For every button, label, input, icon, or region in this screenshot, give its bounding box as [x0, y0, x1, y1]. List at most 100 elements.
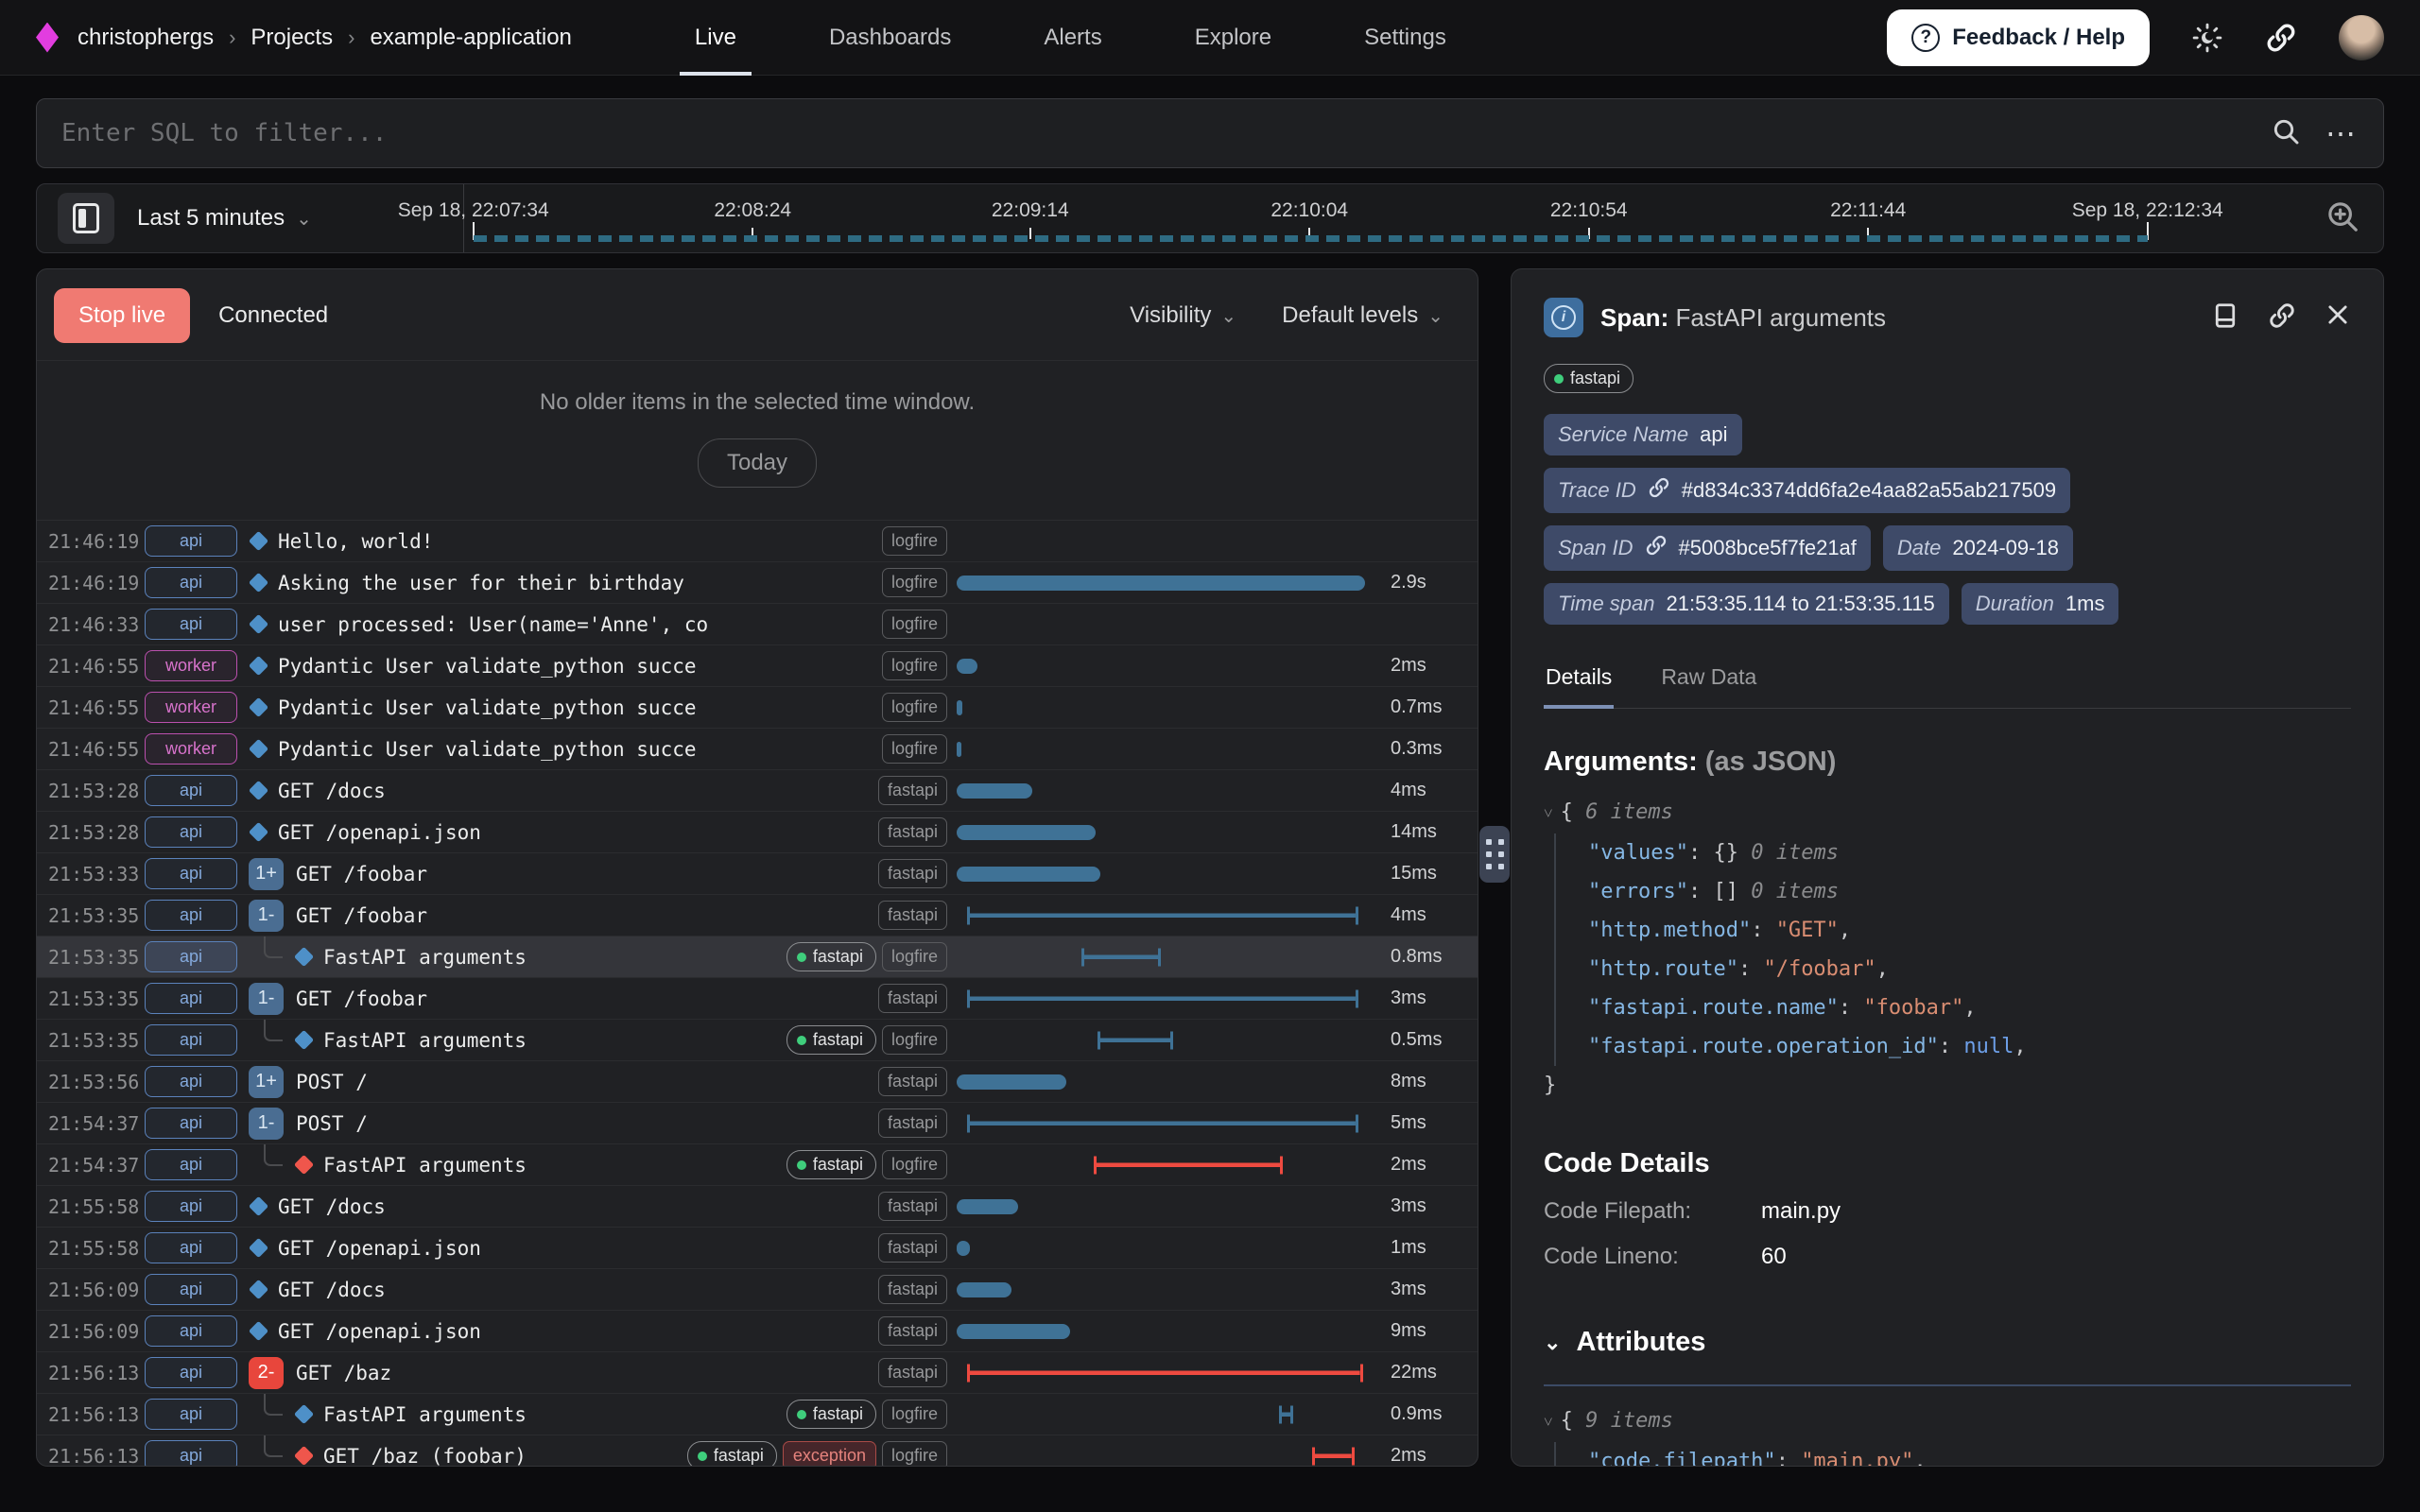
logfire-tag[interactable]: logfire: [882, 568, 947, 597]
trace-row[interactable]: 21:46:19apiHello, world!logfire: [37, 520, 1478, 561]
metadata-chip-duration[interactable]: Duration1ms: [1962, 583, 2119, 625]
tab-details[interactable]: Details: [1544, 655, 1614, 709]
sidebar-toggle-button[interactable]: [58, 193, 114, 244]
trace-row[interactable]: 21:53:35apiFastAPI argumentsfastapilogfi…: [37, 936, 1478, 977]
fastapi-tag[interactable]: fastapi: [878, 984, 947, 1013]
service-pill-api[interactable]: api: [145, 1399, 237, 1430]
theme-toggle-icon[interactable]: [2191, 22, 2223, 54]
search-icon[interactable]: [2271, 116, 2301, 151]
time-range-selector[interactable]: Last 5 minutes ⌄: [137, 205, 312, 232]
service-pill-api[interactable]: api: [145, 1440, 237, 1467]
copy-link-icon[interactable]: [2268, 301, 2296, 335]
service-pill-api[interactable]: api: [145, 816, 237, 848]
logfire-logo-icon[interactable]: [36, 23, 59, 53]
breadcrumb-item[interactable]: example-application: [370, 25, 571, 51]
nav-tab-live[interactable]: Live: [685, 0, 746, 76]
today-button[interactable]: Today: [698, 438, 817, 488]
exception-tag[interactable]: exception: [783, 1441, 876, 1467]
service-pill-api[interactable]: api: [145, 609, 237, 640]
trace-row[interactable]: 21:55:58apiGET /docsfastapi3ms: [37, 1185, 1478, 1227]
fastapi-tag[interactable]: fastapi: [786, 1025, 876, 1055]
breadcrumb-item[interactable]: Projects: [251, 25, 333, 51]
stop-live-button[interactable]: Stop live: [54, 288, 190, 343]
fastapi-tag[interactable]: fastapi: [786, 1150, 876, 1179]
fastapi-tag[interactable]: fastapi: [878, 1192, 947, 1221]
trace-row[interactable]: 21:53:35api1-GET /foobarfastapi3ms: [37, 977, 1478, 1019]
trace-row[interactable]: 21:53:56api1+POST /fastapi8ms: [37, 1060, 1478, 1102]
share-link-icon[interactable]: [2265, 22, 2297, 54]
visibility-dropdown[interactable]: Visibility ⌄: [1130, 302, 1236, 329]
breadcrumb-item[interactable]: christophergs: [78, 25, 214, 51]
fastapi-tag[interactable]: fastapi: [687, 1441, 777, 1467]
trace-row[interactable]: 21:54:37apiFastAPI argumentsfastapilogfi…: [37, 1143, 1478, 1185]
trace-row[interactable]: 21:46:19apiAsking the user for their bir…: [37, 561, 1478, 603]
trace-row[interactable]: 21:55:58apiGET /openapi.jsonfastapi1ms: [37, 1227, 1478, 1268]
trace-row[interactable]: 21:46:55workerPydantic User validate_pyt…: [37, 728, 1478, 769]
service-pill-api[interactable]: api: [145, 1108, 237, 1139]
trace-row[interactable]: 21:46:55workerPydantic User validate_pyt…: [37, 644, 1478, 686]
fastapi-tag[interactable]: fastapi: [786, 942, 876, 971]
service-pill-api[interactable]: api: [145, 941, 237, 972]
metadata-chip-trace-id[interactable]: Trace ID#d834c3374dd6fa2e4aa82a55ab21750…: [1544, 468, 2070, 513]
logfire-tag[interactable]: logfire: [882, 1025, 947, 1055]
trace-row[interactable]: 21:56:09apiGET /openapi.jsonfastapi9ms: [37, 1310, 1478, 1351]
metadata-chip-time-span[interactable]: Time span21:53:35.114 to 21:53:35.115: [1544, 583, 1949, 625]
fastapi-tag[interactable]: fastapi: [878, 1275, 947, 1304]
trace-row[interactable]: 21:53:35apiFastAPI argumentsfastapilogfi…: [37, 1019, 1478, 1060]
logfire-tag[interactable]: logfire: [882, 693, 947, 722]
logfire-tag[interactable]: logfire: [882, 1400, 947, 1429]
attributes-heading[interactable]: ⌄ Attributes: [1544, 1327, 2351, 1358]
trace-row[interactable]: 21:54:37api1-POST /fastapi5ms: [37, 1102, 1478, 1143]
trace-row[interactable]: 21:53:35api1-GET /foobarfastapi4ms: [37, 894, 1478, 936]
resize-grip[interactable]: [1479, 826, 1510, 883]
fastapi-tag[interactable]: fastapi: [878, 1233, 947, 1263]
fastapi-tag[interactable]: fastapi: [878, 1316, 947, 1346]
nav-tab-settings[interactable]: Settings: [1355, 0, 1456, 76]
service-pill-api[interactable]: api: [145, 983, 237, 1014]
service-pill-api[interactable]: api: [145, 775, 237, 806]
collapse-badge[interactable]: 1+: [249, 858, 284, 890]
logfire-tag[interactable]: logfire: [882, 1441, 947, 1467]
logfire-tag[interactable]: logfire: [882, 942, 947, 971]
fastapi-tag[interactable]: fastapi: [878, 859, 947, 888]
fastapi-tag[interactable]: fastapi: [878, 817, 947, 847]
collapse-badge[interactable]: 1+: [249, 1066, 284, 1098]
logfire-tag[interactable]: logfire: [882, 610, 947, 639]
service-pill-api[interactable]: api: [145, 525, 237, 557]
service-pill-api[interactable]: api: [145, 1232, 237, 1263]
service-pill-api[interactable]: api: [145, 1357, 237, 1388]
metadata-chip-date[interactable]: Date2024-09-18: [1883, 525, 2073, 571]
trace-row[interactable]: 21:46:33apiuser processed: User(name='An…: [37, 603, 1478, 644]
service-pill-api[interactable]: api: [145, 1066, 237, 1097]
fastapi-tag[interactable]: fastapi: [878, 1067, 947, 1096]
service-pill-api[interactable]: api: [145, 1274, 237, 1305]
trace-row[interactable]: 21:53:28apiGET /docsfastapi4ms: [37, 769, 1478, 811]
trace-row[interactable]: 21:56:13api2-GET /bazfastapi22ms: [37, 1351, 1478, 1393]
sql-filter-input[interactable]: [61, 119, 2271, 147]
trace-row[interactable]: 21:56:13apiFastAPI argumentsfastapilogfi…: [37, 1393, 1478, 1435]
collapse-badge[interactable]: 1-: [249, 1108, 284, 1140]
close-icon[interactable]: [2325, 301, 2351, 335]
service-pill-api[interactable]: api: [145, 1191, 237, 1222]
service-pill-api[interactable]: api: [145, 1024, 237, 1056]
trace-row[interactable]: 21:46:55workerPydantic User validate_pyt…: [37, 686, 1478, 728]
logfire-tag[interactable]: logfire: [882, 651, 947, 680]
logfire-tag[interactable]: logfire: [882, 526, 947, 556]
service-pill-api[interactable]: api: [145, 900, 237, 931]
default-levels-dropdown[interactable]: Default levels ⌄: [1282, 302, 1443, 329]
fastapi-tag[interactable]: fastapi: [878, 901, 947, 930]
fastapi-tag[interactable]: fastapi: [1544, 364, 1634, 393]
dock-panel-icon[interactable]: [2211, 301, 2239, 335]
fastapi-tag[interactable]: fastapi: [786, 1400, 876, 1429]
timeline-area[interactable]: Sep 18, 22:07:3422:08:2422:09:1422:10:04…: [464, 184, 2302, 252]
service-pill-api[interactable]: api: [145, 1315, 237, 1347]
logfire-tag[interactable]: logfire: [882, 734, 947, 764]
trace-row[interactable]: 21:53:28apiGET /openapi.jsonfastapi14ms: [37, 811, 1478, 852]
service-pill-api[interactable]: api: [145, 1149, 237, 1180]
tab-raw-data[interactable]: Raw Data: [1659, 655, 1758, 708]
fastapi-tag[interactable]: fastapi: [878, 1108, 947, 1138]
metadata-chip-span-id[interactable]: Span ID#5008bce5f7fe21af: [1544, 525, 1871, 571]
trace-row[interactable]: 21:56:13apiGET /baz (foobar)fastapiexcep…: [37, 1435, 1478, 1467]
service-pill-api[interactable]: api: [145, 567, 237, 598]
collapse-badge[interactable]: 2-: [249, 1357, 284, 1389]
